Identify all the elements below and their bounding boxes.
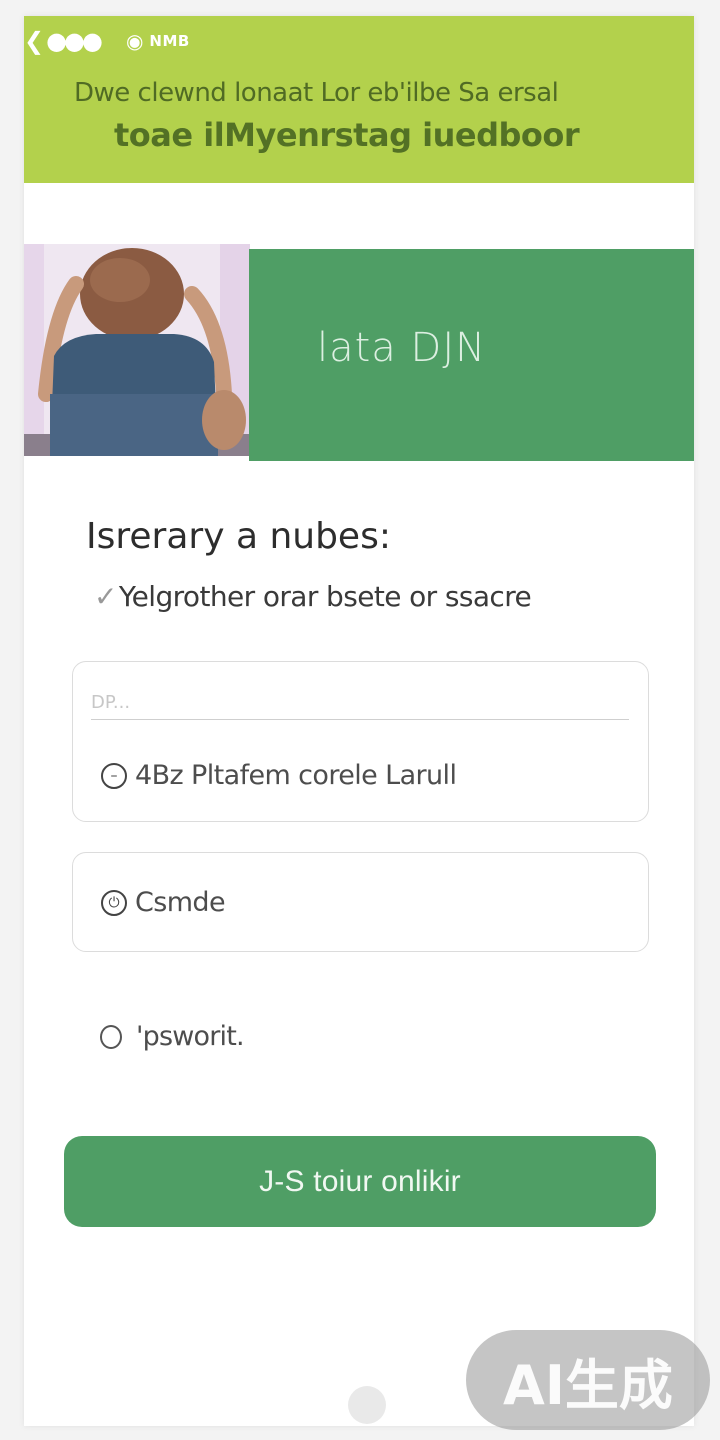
wifi-icon: ◉ [125, 29, 144, 53]
field-row-code[interactable]: ⏻ Csmde [101, 887, 226, 918]
header-title: Dwe clewnd lonaat Lor eb'ilbe Sa ersal [74, 78, 559, 108]
hero-photo [24, 244, 250, 456]
hero-banner: lata DJN [249, 249, 694, 461]
form-subtitle: ✓Yelgrother orar bsete or ssacre [94, 580, 654, 613]
form-subtitle-text: Yelgrother orar bsete or ssacre [118, 580, 532, 613]
hero-banner-text: lata DJN [317, 325, 487, 371]
back-arrow-icon[interactable]: ❮ [24, 28, 44, 54]
signal-dots-icon: ●●● [46, 27, 103, 55]
home-indicator[interactable] [348, 1386, 386, 1424]
app-header: ❮ ●●● ◉ NMB Dwe clewnd lonaat Lor eb'ilb… [24, 16, 694, 183]
password-option[interactable]: 'psworit. [100, 1021, 245, 1052]
password-label: 'psworit. [136, 1021, 245, 1052]
submit-button[interactable]: J-S toiur onlikir [64, 1136, 656, 1227]
text-input[interactable] [91, 686, 629, 720]
watermark-text: AI生成 [503, 1353, 673, 1417]
field-label-code: Csmde [135, 887, 226, 918]
field-row-platform[interactable]: – 4Bz Pltafem corele Larull [101, 760, 457, 791]
phone-screen: ❮ ●●● ◉ NMB Dwe clewnd lonaat Lor eb'ilb… [24, 16, 694, 1426]
input-card-2[interactable]: ⏻ Csmde [72, 852, 649, 952]
status-text: NMB [149, 32, 190, 50]
form-title: Isrerary a nubes: [86, 516, 391, 557]
submit-button-label: J-S toiur onlikir [259, 1164, 461, 1198]
field-label-platform: 4Bz Pltafem corele Larull [135, 760, 457, 791]
minus-circle-icon: – [101, 762, 127, 789]
status-bar: ❮ ●●● ◉ NMB [24, 28, 324, 54]
check-icon: ✓ [94, 580, 117, 613]
power-icon: ⏻ [101, 889, 127, 916]
radio-circle-icon[interactable] [100, 1024, 122, 1049]
ai-generated-watermark: AI生成 [466, 1330, 710, 1430]
child-photo-illustration [24, 244, 250, 456]
input-card-1: – 4Bz Pltafem corele Larull [72, 661, 649, 822]
header-subtitle: toae ilMyenrstag iuedboor [114, 116, 580, 154]
